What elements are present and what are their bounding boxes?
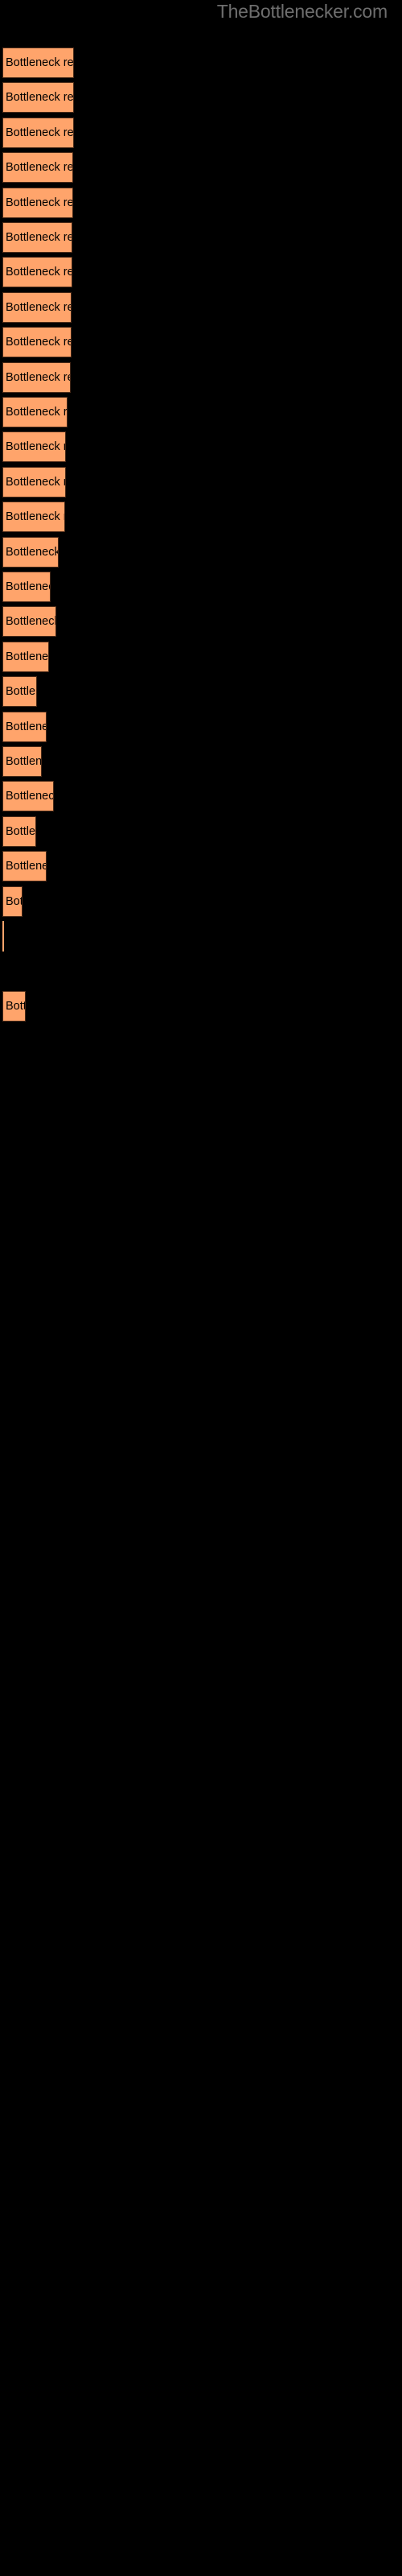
bar-label: Bottleneck result [6,196,73,209]
bar-12[interactable]: Bottleneck result [2,431,66,463]
bar-4[interactable]: Bottleneck result [2,152,73,184]
bar-5[interactable]: Bottleneck result [2,187,73,218]
bar-26[interactable]: Bottleneck result [2,921,4,952]
bar-label: Bottleneck result [6,545,59,559]
bar-label: Bottleneck result [6,56,74,69]
bar-1[interactable]: Bottleneck result [2,47,74,78]
bar-label: Bottleneck result [6,91,74,105]
bar-label: Bottleneck result [6,860,46,873]
bar-25[interactable]: Bottleneck result [2,886,23,917]
bar-label: Bottleneck result [6,999,25,1013]
bar-label: Bottleneck result [6,580,50,593]
bar-label: Bottleneck result [6,126,74,139]
bar-label: Bottleneck result [6,755,42,768]
bar-16[interactable]: Bottleneck result [2,572,51,602]
bar-17[interactable]: Bottleneck result [2,606,56,638]
bar-2[interactable]: Bottleneck result [2,82,74,114]
bar-19[interactable]: Bottleneck result [2,676,37,708]
bar-15[interactable]: Bottleneck result [2,536,59,568]
bar-22[interactable]: Bottleneck result [2,781,54,812]
bar-label: Bottleneck result [6,894,22,908]
bar-20[interactable]: Bottleneck result [2,711,47,742]
bar-28[interactable]: Bottleneck result [2,990,26,1022]
bar-label: Bottleneck result [6,475,65,489]
bar-label: Bottleneck result [6,440,65,454]
bar-series-group: Bottleneck result Bottleneck result Bottle… [0,0,402,2576]
bar-8[interactable]: Bottleneck result [2,291,72,323]
bar-label: Bottleneck result [6,266,72,279]
bar-6[interactable]: Bottleneck result [2,222,72,253]
bar-18[interactable]: Bottleneck result [2,641,49,672]
bar-21[interactable]: Bottleneck result [2,746,42,777]
bar-9[interactable]: Bottleneck result [2,327,72,358]
bar-label: Bottleneck result [6,336,71,349]
bar-14[interactable]: Bottleneck result [2,502,65,533]
bar-label: Bottleneck result [6,720,46,733]
bar-label: Bottleneck result [6,685,36,699]
bar-7[interactable]: Bottleneck result [2,257,72,288]
bar-label: Bottleneck result [6,406,68,419]
bar-label: Bottleneck result [6,300,71,314]
bar-label: Bottleneck result [6,231,72,244]
bar-24[interactable]: Bottleneck result [2,851,47,882]
bar-13[interactable]: Bottleneck result [2,466,66,497]
bar-label: Bottleneck result [6,510,64,524]
bar-label: Bottleneck result [6,790,54,803]
bar-label: Bottleneck result [6,615,56,629]
bar-label: Bottleneck result [6,650,49,663]
bar-label: Bottleneck result [6,824,36,838]
bar-label: Bottleneck result [6,370,70,384]
bar-10[interactable]: Bottleneck result [2,361,71,393]
bar-11[interactable]: Bottleneck result [2,397,68,427]
bar-chart-canvas: TheBottlenecker.com Bottleneck resultBot… [0,0,402,2576]
bar-23[interactable]: Bottleneck result [2,815,36,847]
bar-label: Bottleneck result [6,161,73,175]
bar-3[interactable]: Bottleneck result [2,117,74,148]
